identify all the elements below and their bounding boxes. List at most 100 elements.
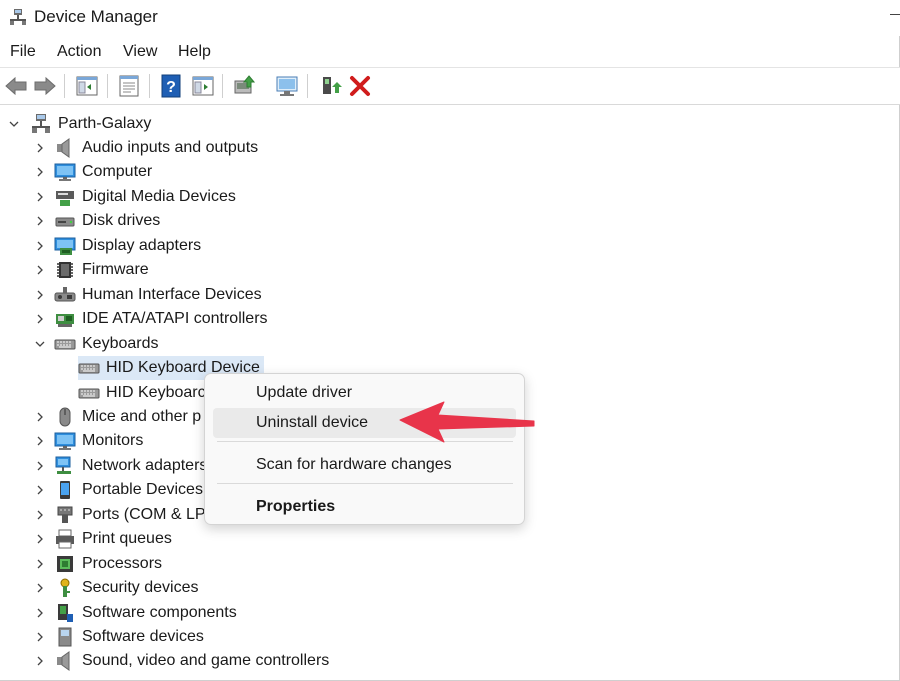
chevron-down-icon[interactable] bbox=[9, 119, 19, 129]
chevron-right-icon[interactable] bbox=[35, 632, 45, 642]
back-arrow-icon[interactable] bbox=[3, 73, 29, 99]
tree-category[interactable]: Software components bbox=[54, 601, 237, 625]
menu-help[interactable]: Help bbox=[178, 43, 211, 61]
chevron-right-icon[interactable] bbox=[35, 265, 45, 275]
tree-root-node[interactable]: Parth-Galaxy bbox=[30, 112, 151, 136]
tree-category[interactable]: Mice and other p bbox=[54, 405, 201, 429]
menu-separator bbox=[217, 483, 513, 484]
tree-category[interactable]: Monitors bbox=[54, 429, 143, 453]
chevron-right-icon[interactable] bbox=[35, 290, 45, 300]
processor-icon bbox=[57, 555, 73, 572]
port-icon bbox=[57, 506, 73, 523]
chevron-right-icon[interactable] bbox=[35, 461, 45, 471]
run-icon[interactable] bbox=[190, 73, 216, 99]
chevron-right-icon[interactable] bbox=[35, 167, 45, 177]
chevron-right-icon[interactable] bbox=[35, 559, 45, 569]
tree-category[interactable]: Firmware bbox=[54, 258, 149, 282]
chevron-right-icon[interactable] bbox=[35, 412, 45, 422]
menu-view[interactable]: View bbox=[123, 43, 157, 61]
keyboard-icon bbox=[54, 339, 76, 350]
console-tree-icon[interactable] bbox=[74, 73, 100, 99]
tree-category-label: IDE ATA/ATAPI controllers bbox=[82, 310, 268, 328]
tree-device-keyboard[interactable]: HID Keyboarc bbox=[78, 381, 210, 405]
tree-category[interactable]: Print queues bbox=[54, 527, 172, 551]
chevron-right-icon[interactable] bbox=[35, 192, 45, 202]
security-key-icon bbox=[60, 578, 70, 598]
chevron-right-icon[interactable] bbox=[35, 583, 45, 593]
portable-device-icon bbox=[60, 481, 70, 500]
tree-category-label: Print queues bbox=[82, 530, 172, 548]
tree-category-label: Computer bbox=[82, 163, 153, 181]
tree-category-label: Keyboards bbox=[82, 334, 159, 352]
properties-icon[interactable] bbox=[116, 73, 142, 99]
tree-category[interactable]: IDE ATA/ATAPI controllers bbox=[54, 307, 268, 331]
chevron-right-icon[interactable] bbox=[35, 510, 45, 520]
tree-category[interactable]: Audio inputs and outputs bbox=[54, 136, 258, 160]
menu-file[interactable]: File bbox=[10, 43, 36, 61]
software-component-icon bbox=[58, 603, 73, 622]
chevron-right-icon[interactable] bbox=[35, 436, 45, 446]
tree-category[interactable]: Disk drives bbox=[54, 209, 160, 233]
chevron-right-icon[interactable] bbox=[35, 216, 45, 226]
tree-category[interactable]: Computer bbox=[54, 160, 152, 184]
menu-item-scan-hardware[interactable]: Scan for hardware changes bbox=[213, 450, 516, 480]
menu-item-properties[interactable]: Properties bbox=[213, 492, 516, 522]
tree-category[interactable]: Security devices bbox=[54, 576, 199, 600]
chevron-right-icon[interactable] bbox=[35, 314, 45, 324]
chevron-right-icon[interactable] bbox=[35, 608, 45, 618]
svg-text:?: ? bbox=[166, 79, 176, 96]
chevron-right-icon[interactable] bbox=[35, 143, 45, 153]
annotation-arrow-icon bbox=[399, 401, 535, 443]
tree-category[interactable]: Sound, video and game controllers bbox=[54, 649, 329, 673]
toolbar: ? bbox=[0, 67, 900, 105]
tree-category[interactable]: Portable Devices bbox=[54, 478, 203, 502]
menu-action[interactable]: Action bbox=[57, 43, 101, 61]
printer-icon bbox=[56, 529, 74, 549]
chip-icon bbox=[57, 262, 73, 279]
tree-category[interactable]: Processors bbox=[54, 552, 162, 576]
minimize-button[interactable] bbox=[890, 14, 900, 15]
toolbar-separator bbox=[107, 74, 108, 98]
scan-hardware-icon[interactable] bbox=[274, 73, 300, 99]
software-device-icon bbox=[58, 627, 72, 647]
ide-controller-icon bbox=[56, 314, 74, 328]
chevron-right-icon[interactable] bbox=[35, 656, 45, 666]
tree-category[interactable]: Human Interface Devices bbox=[54, 283, 262, 307]
device-manager-app-icon bbox=[10, 9, 26, 25]
enable-device-icon[interactable] bbox=[317, 73, 343, 99]
tree-category-label: Software devices bbox=[82, 628, 204, 645]
hid-icon bbox=[54, 286, 76, 302]
keyboard-icon bbox=[78, 363, 100, 374]
context-menu: Update driver Uninstall device Scan for … bbox=[204, 373, 525, 525]
display-adapter-icon bbox=[54, 237, 76, 255]
tree-category-label: Audio inputs and outputs bbox=[82, 139, 259, 156]
tree-category[interactable]: Keyboards bbox=[54, 332, 159, 356]
tree-category-label: Firmware bbox=[82, 261, 149, 279]
chevron-down-icon[interactable] bbox=[35, 339, 45, 349]
forward-arrow-icon[interactable] bbox=[32, 73, 58, 99]
tree-category-label: Software components bbox=[82, 603, 237, 621]
uninstall-device-icon[interactable] bbox=[347, 73, 373, 99]
disk-drive-icon bbox=[55, 217, 75, 227]
tree-category-label: Ports (COM & LPT bbox=[82, 505, 216, 523]
toolbar-separator bbox=[222, 74, 223, 98]
tree-category[interactable]: Digital Media Devices bbox=[54, 185, 236, 209]
chevron-right-icon[interactable] bbox=[35, 241, 45, 251]
speaker-icon bbox=[57, 651, 70, 672]
help-icon[interactable]: ? bbox=[158, 73, 184, 99]
title-bar: Device Manager bbox=[0, 0, 900, 36]
window-title: Device Manager bbox=[34, 7, 158, 26]
tree-root-label: Parth-Galaxy bbox=[58, 115, 152, 132]
tree-category[interactable]: Display adapters bbox=[54, 234, 201, 258]
tree-category-label: Sound, video and game controllers bbox=[82, 652, 330, 670]
update-driver-icon[interactable] bbox=[231, 73, 257, 99]
tree-category-label: Monitors bbox=[82, 432, 144, 450]
chevron-right-icon[interactable] bbox=[35, 485, 45, 495]
tree-category[interactable]: Ports (COM & LPT bbox=[54, 503, 215, 527]
tree-category[interactable]: Software devices bbox=[54, 625, 204, 649]
toolbar-separator bbox=[307, 74, 308, 98]
chevron-right-icon[interactable] bbox=[35, 534, 45, 544]
tree-category[interactable]: Network adapters bbox=[54, 454, 207, 478]
monitor-icon bbox=[54, 163, 76, 182]
menu-bar: File Action View Help bbox=[0, 40, 900, 66]
